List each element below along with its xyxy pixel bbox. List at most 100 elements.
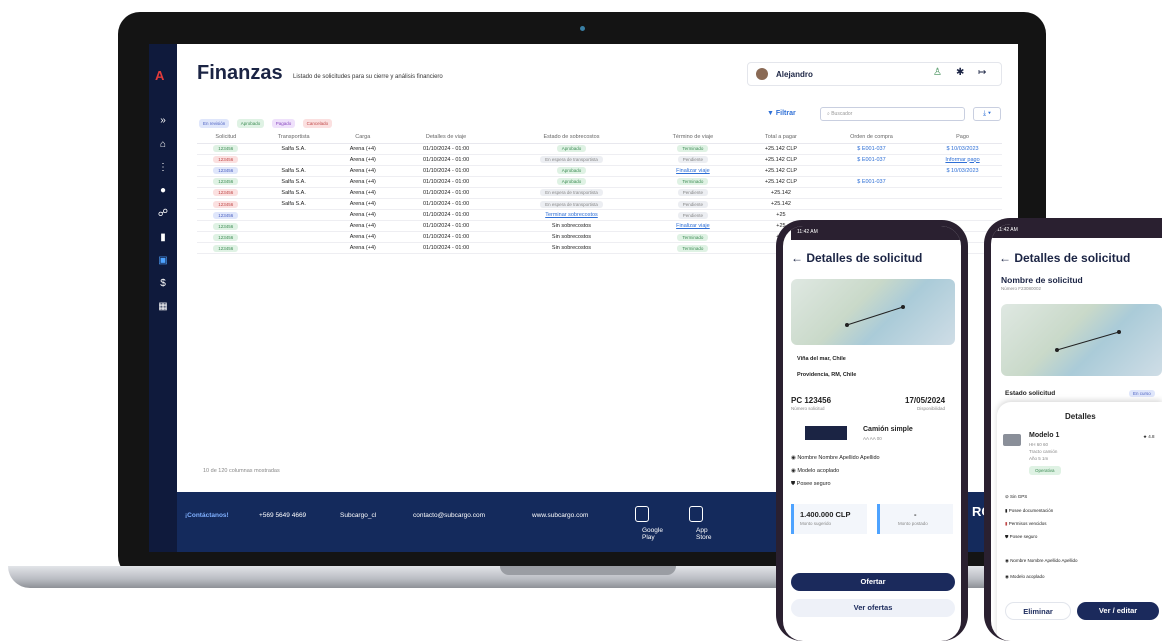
download-button[interactable]: ⤓ ▾ (973, 107, 1001, 121)
table-row[interactable]: 123456 Arena (+4) 01/10/2024 - 01:00 En esp… (197, 154, 1002, 166)
truck-plate: AA AA 00 (863, 436, 882, 441)
column-header[interactable]: Transportista (254, 132, 333, 144)
cell-sob[interactable]: En espera de transportista (540, 156, 603, 164)
cell-fin[interactable]: Terminado (677, 233, 709, 241)
view-offers-button[interactable]: Ver ofertas (791, 599, 955, 617)
request-code-label: Número solicitud (791, 406, 825, 411)
route-icon[interactable]: ⋮ (156, 161, 170, 175)
google-play-button[interactable]: Google Play (635, 506, 663, 541)
search-input[interactable]: ⌕ Buscador (820, 107, 965, 121)
cell-id[interactable]: 123456 (213, 178, 239, 186)
cell-sob[interactable]: En espera de transportista (540, 200, 603, 208)
column-header[interactable]: Total a pagar (742, 132, 820, 144)
cell-fin[interactable]: Pendiente (677, 200, 709, 208)
dashboard-icon[interactable]: ▦ (156, 300, 170, 314)
cell-fin[interactable]: Finalizar viaje (676, 223, 710, 229)
cell-id[interactable]: 123456 (213, 211, 239, 219)
column-header[interactable]: Pago (923, 132, 1002, 144)
cell-total: +25.142 (770, 189, 791, 196)
filter-button[interactable]: ▼ Filtrar (767, 110, 796, 117)
column-header[interactable]: Orden de compra (819, 132, 924, 144)
cell-id[interactable]: 123456 (213, 233, 239, 241)
table-row[interactable]: 123456 Salfa S.A. Arena (+4) 01/10/2024 - 0… (197, 143, 1002, 155)
cell-sob[interactable]: Aprobado (556, 178, 587, 186)
suggested-amount: 1.400.000 CLP (800, 510, 851, 519)
cell-pay[interactable]: Informar pago (945, 157, 979, 163)
footer-web[interactable]: www.subcargo.com (532, 512, 588, 519)
cell-id[interactable]: 123456 (213, 156, 239, 164)
cell-fin[interactable]: Pendiente (677, 211, 709, 219)
edit-button[interactable]: Ver / editar (1077, 602, 1159, 620)
footer-social[interactable]: Subcargo_cl (340, 512, 376, 519)
chip-en-revision[interactable]: En revisión (199, 119, 230, 128)
footer-phone[interactable]: +569 5649 4669 (259, 512, 306, 519)
cell-id[interactable]: 123456 (213, 145, 239, 153)
people-icon[interactable]: ☍ (156, 207, 170, 221)
home-icon[interactable]: ⌂ (156, 138, 170, 152)
cell-id[interactable]: 123456 (213, 200, 239, 208)
table-row[interactable]: 123456 Salfa S.A. Arena (+4) 01/10/2024 - 0… (197, 187, 1002, 199)
circle-icon[interactable]: ● (156, 184, 170, 198)
cell-sob[interactable]: En espera de transportista (540, 189, 603, 197)
settings-icon[interactable]: ✱ (956, 67, 964, 78)
table-cell: Terminado (643, 143, 743, 155)
insurance-row: ⛊ Posee seguro (791, 481, 831, 488)
chip-pagado[interactable]: Pagado (271, 119, 296, 128)
cell-oc: $ E001-037 (857, 145, 886, 152)
dollar-icon[interactable]: $ (156, 277, 170, 291)
table-row[interactable]: 123456 Salfa S.A. Arena (+4) 01/10/2024 - 0… (197, 176, 1002, 188)
cell-sob[interactable]: Terminar sobrecostos (545, 212, 598, 218)
back-arrow-icon-2[interactable]: ← (999, 251, 1011, 265)
column-header[interactable]: Solicitud (197, 132, 255, 144)
table-cell: 123456 (197, 242, 255, 255)
column-header[interactable]: Carga (332, 132, 393, 144)
filter-label: Filtrar (775, 110, 796, 117)
calendar-icon[interactable]: ▣ (156, 254, 170, 268)
app-store-button[interactable]: App Store (689, 506, 712, 541)
route-map[interactable] (791, 279, 955, 345)
cell-id[interactable]: 123456 (213, 167, 239, 175)
cell-sob[interactable]: Aprobado (556, 167, 587, 175)
table-cell (819, 209, 924, 222)
avatar[interactable] (756, 68, 768, 80)
footer-email[interactable]: contacto@subcargo.com (413, 512, 485, 519)
document-icon[interactable]: ▮ (156, 231, 170, 245)
table-row[interactable]: 123456 Arena (+4) 01/10/2024 - 01:00 Termin… (197, 209, 1002, 222)
cell-fin[interactable]: Terminado (677, 145, 709, 153)
table-cell: 123456 (197, 187, 255, 199)
logout-icon[interactable]: ↦ (978, 67, 986, 78)
user-icon[interactable]: ♙ (933, 67, 942, 78)
delete-button[interactable]: Eliminar (1005, 602, 1071, 620)
cell-sob[interactable]: Aprobado (556, 145, 587, 153)
column-header[interactable]: Estado de sobrecostos (499, 132, 644, 144)
chip-aprobado[interactable]: Aprobado (236, 119, 265, 128)
app-logo[interactable]: A (155, 68, 164, 83)
table-cell: Finalizar viaje (643, 220, 743, 233)
column-header[interactable]: Detalles de viaje (392, 132, 500, 144)
table-cell: 01/10/2024 - 01:00 (392, 165, 500, 177)
cell-id[interactable]: 123456 (213, 222, 239, 230)
column-header[interactable]: Término de viaje (643, 132, 743, 144)
cell-id[interactable]: 123456 (213, 244, 239, 252)
table-cell (819, 198, 924, 211)
model-name: Modelo acoplado (797, 468, 840, 474)
table-cell: Pendiente (643, 154, 743, 166)
cell-id[interactable]: 123456 (213, 189, 239, 197)
cell-fin[interactable]: Pendiente (677, 189, 709, 197)
request-name: Nombre de solicitud (1001, 275, 1083, 285)
offer-button[interactable]: Ofertar (791, 573, 955, 591)
table-cell: Sin sobrecostos (499, 242, 644, 255)
table-row[interactable]: 123456 Salfa S.A. Arena (+4) 01/10/2024 - 0… (197, 165, 1002, 177)
cell-fin[interactable]: Terminado (677, 178, 709, 186)
chevrons-right-icon[interactable]: » (156, 114, 170, 128)
user-name[interactable]: Alejandro (776, 70, 813, 79)
page-subtitle: Listado de solicitudes para su cierre y … (293, 74, 443, 80)
cell-fin[interactable]: Terminado (677, 244, 709, 252)
chip-cancelado[interactable]: Cancelado (302, 119, 333, 128)
table-cell: 01/10/2024 - 01:00 (392, 154, 500, 166)
table-row[interactable]: 123456 Salfa S.A. Arena (+4) 01/10/2024 - 0… (197, 198, 1002, 211)
cell-fin[interactable]: Finalizar viaje (676, 168, 710, 174)
cell-fin[interactable]: Pendiente (677, 156, 709, 164)
back-arrow-icon[interactable]: ← (791, 251, 803, 265)
route-map-2[interactable] (1001, 304, 1162, 376)
